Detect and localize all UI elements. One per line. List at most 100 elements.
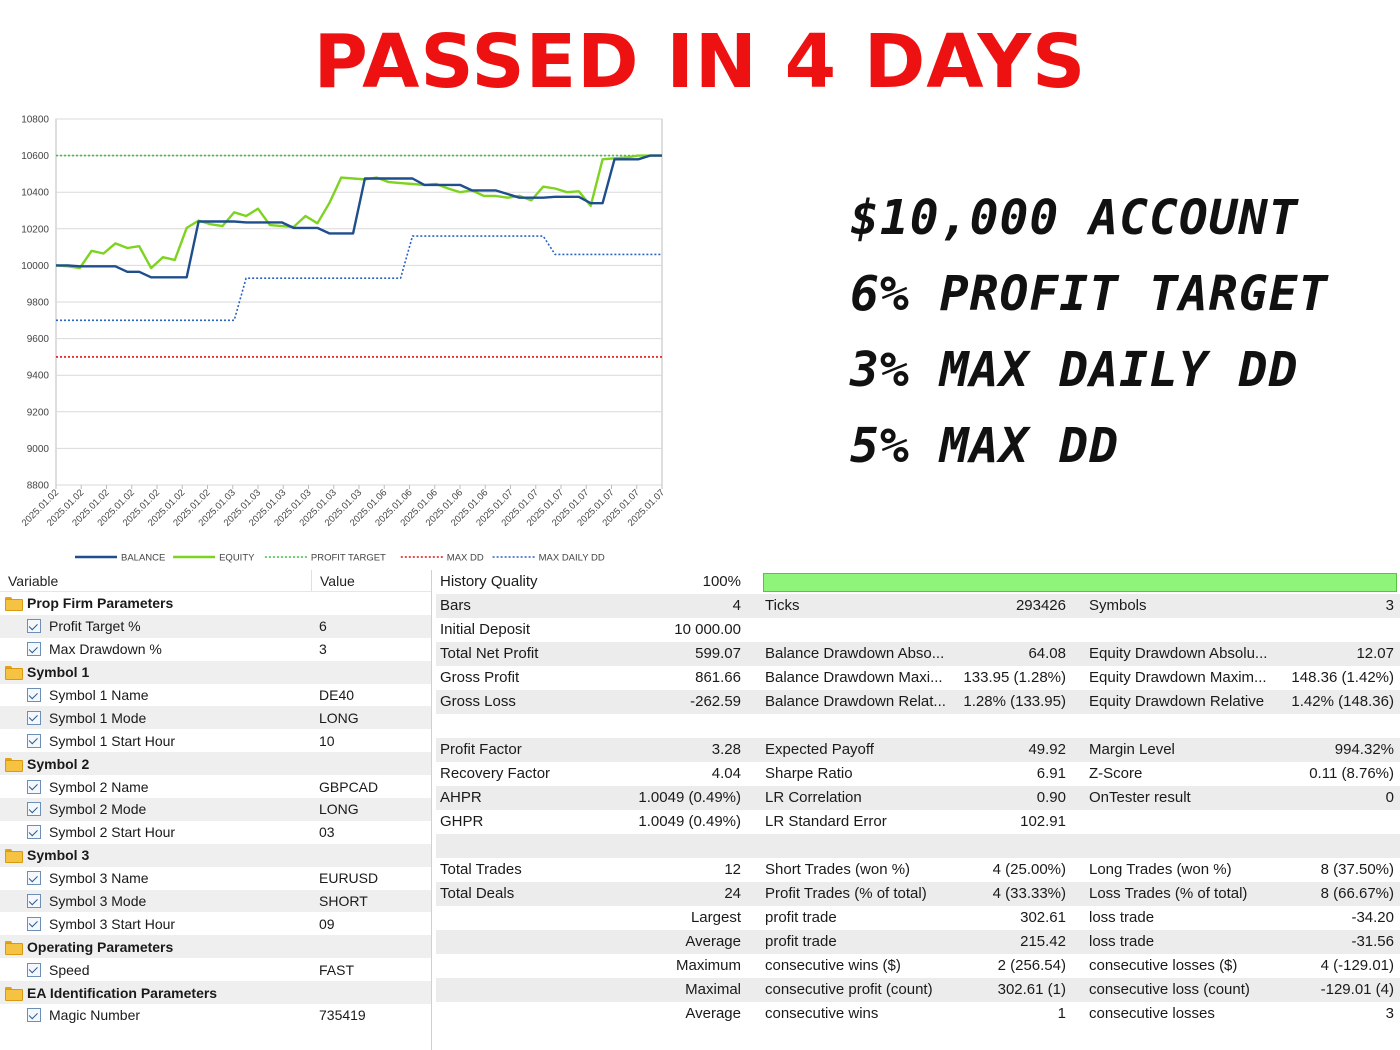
- parameter-name: Symbol 3 Name: [49, 870, 149, 887]
- parameter-group-row[interactable]: EA Identification Parameters: [0, 981, 431, 1005]
- parameter-row[interactable]: Speed FAST: [0, 958, 431, 981]
- parameter-name: Prop Firm Parameters: [27, 595, 174, 612]
- parameter-row[interactable]: Symbol 2 Name GBPCAD: [0, 775, 431, 798]
- result-value-1: 3.28: [711, 741, 741, 758]
- parameter-group-row[interactable]: Prop Firm Parameters: [0, 592, 431, 615]
- result-row: GHPR 1.0049 (0.49%) LR Standard Error 102.9…: [436, 810, 1400, 834]
- parameter-value[interactable]: 10: [318, 733, 335, 749]
- column-header-value[interactable]: Value: [312, 570, 355, 591]
- checkbox-icon[interactable]: [27, 779, 41, 794]
- parameter-name: Symbol 1 Start Hour: [49, 732, 176, 749]
- parameter-value[interactable]: 735419: [318, 1007, 366, 1023]
- parameter-value[interactable]: LONG: [318, 710, 359, 726]
- parameter-row[interactable]: Magic Number 735419: [0, 1004, 431, 1027]
- checkbox-icon[interactable]: [27, 619, 41, 634]
- result-value-3: 0: [1385, 789, 1394, 806]
- legend-label: EQUITY: [219, 553, 255, 564]
- checkbox-icon[interactable]: [27, 710, 41, 725]
- parameter-name-cell: Operating Parameters: [0, 939, 318, 955]
- parameter-name: Symbol 3: [27, 847, 90, 864]
- parameter-name-cell: Symbol 2 Mode: [0, 801, 318, 817]
- parameter-group-row[interactable]: Symbol 2: [0, 752, 431, 776]
- result-value-1: Maximum: [675, 957, 741, 974]
- result-value-3: -34.20: [1351, 909, 1394, 926]
- checkbox-icon[interactable]: [27, 962, 41, 977]
- checkbox-icon[interactable]: [27, 825, 41, 840]
- result-value-2: 1: [1057, 1005, 1066, 1022]
- checkbox-icon[interactable]: [27, 871, 41, 886]
- y-tick-label: 8800: [27, 481, 50, 492]
- result-value-3: 8 (37.50%): [1320, 861, 1394, 878]
- parameter-name-cell: Symbol 3 Name: [0, 870, 318, 886]
- parameter-row[interactable]: Max Drawdown % 3: [0, 638, 431, 661]
- parameter-row[interactable]: Symbol 3 Name EURUSD: [0, 867, 431, 890]
- inputs-tree: Prop Firm Parameters Profit Target % 6 Max …: [0, 592, 431, 1027]
- parameter-row[interactable]: Profit Target % 6: [0, 614, 431, 638]
- parameter-value[interactable]: SHORT: [318, 893, 368, 909]
- y-tick-label: 9200: [27, 407, 50, 418]
- column-header-variable[interactable]: Variable: [0, 570, 312, 591]
- parameter-group-row[interactable]: Symbol 3: [0, 843, 431, 867]
- parameter-row[interactable]: Symbol 2 Mode LONG: [0, 798, 431, 821]
- parameter-value[interactable]: LONG: [318, 801, 359, 817]
- equity-balance-chart: 8800 9000 9200 9400 9600 9800 10000 10200 10400 1…: [0, 108, 680, 570]
- parameter-value[interactable]: DE40: [318, 687, 354, 703]
- history-quality-row: History Quality 100%: [436, 570, 1400, 594]
- result-value-1: 4.04: [711, 765, 741, 782]
- parameter-name-cell: Max Drawdown %: [0, 641, 318, 657]
- checkbox-icon[interactable]: [27, 1008, 41, 1023]
- result-value-2: 6.91: [1036, 765, 1066, 782]
- result-value-3: 0.11 (8.76%): [1309, 765, 1394, 782]
- checkbox-icon[interactable]: [27, 802, 41, 817]
- parameter-row[interactable]: Symbol 1 Name DE40: [0, 684, 431, 707]
- headline-title: PASSED IN 4 DAYS: [313, 19, 1087, 105]
- backtest-results-panel: History Quality 100% Bars 4 Ticks 293426 Sym…: [436, 570, 1400, 1050]
- parameter-value[interactable]: 09: [318, 916, 335, 932]
- legend-label: MAX DAILY DD: [539, 553, 605, 564]
- parameter-name: Symbol 2 Mode: [49, 801, 147, 818]
- account-stats: $10,000 ACCOUNT 6% PROFIT TARGET 3% MAX …: [850, 180, 1390, 484]
- result-row: Average consecutive wins 1 consecutive loss…: [436, 1002, 1400, 1026]
- result-value-2: 4 (33.33%): [992, 885, 1066, 902]
- checkbox-icon[interactable]: [27, 688, 41, 702]
- parameter-name: Symbol 3 Start Hour: [49, 915, 176, 932]
- result-value-3: 12.07: [1356, 645, 1394, 662]
- result-value-2: 302.61: [1020, 909, 1066, 926]
- result-row: Recovery Factor 4.04 Sharpe Ratio 6.91 Z-Sco…: [436, 762, 1400, 786]
- y-tick-label: 9800: [27, 298, 50, 309]
- parameter-row[interactable]: Symbol 1 Mode LONG: [0, 706, 431, 730]
- result-value-1: 1.0049 (0.49%): [638, 789, 741, 806]
- checkbox-icon[interactable]: [27, 916, 41, 931]
- parameter-value[interactable]: 6: [318, 618, 327, 634]
- parameter-row[interactable]: Symbol 3 Start Hour 09: [0, 912, 431, 935]
- parameter-group-row[interactable]: Symbol 1: [0, 660, 431, 684]
- checkbox-icon[interactable]: [27, 733, 41, 748]
- result-value-2: 102.91: [1020, 813, 1066, 830]
- result-value-3: 994.32%: [1334, 741, 1394, 758]
- result-row: Profit Factor 3.28 Expected Payoff 49.92 Mar…: [436, 738, 1400, 762]
- parameter-value[interactable]: EURUSD: [318, 870, 378, 886]
- parameter-group-row[interactable]: Operating Parameters: [0, 935, 431, 959]
- parameter-name: Symbol 1 Mode: [49, 709, 147, 726]
- parameter-value[interactable]: 3: [318, 641, 327, 657]
- parameter-name: Symbol 1 Name: [49, 687, 149, 703]
- history-quality-bar: [763, 573, 1397, 592]
- parameter-name: Magic Number: [49, 1007, 141, 1024]
- checkbox-icon[interactable]: [27, 894, 41, 909]
- parameter-row[interactable]: Symbol 2 Start Hour 03: [0, 821, 431, 844]
- parameter-value[interactable]: 03: [318, 824, 335, 840]
- folder-icon: [5, 666, 23, 681]
- parameter-name-cell: Symbol 1: [0, 664, 318, 681]
- result-value-2: 1.28% (133.95): [963, 693, 1066, 710]
- result-value-1: Maximal: [685, 981, 741, 998]
- parameter-row[interactable]: Symbol 1 Start Hour 10: [0, 729, 431, 752]
- legend-label: MAX DD: [447, 553, 484, 564]
- parameter-value[interactable]: FAST: [318, 962, 354, 978]
- chart-canvas: 8800 9000 9200 9400 9600 9800 10000 10200 10400 1…: [20, 115, 667, 564]
- parameter-name-cell: Prop Firm Parameters: [0, 595, 318, 612]
- parameter-row[interactable]: Symbol 3 Mode SHORT: [0, 889, 431, 913]
- result-value-2: 215.42: [1020, 933, 1066, 950]
- checkbox-icon[interactable]: [27, 642, 41, 657]
- result-value-3: -129.01 (4): [1320, 981, 1394, 998]
- parameter-value[interactable]: GBPCAD: [318, 779, 378, 795]
